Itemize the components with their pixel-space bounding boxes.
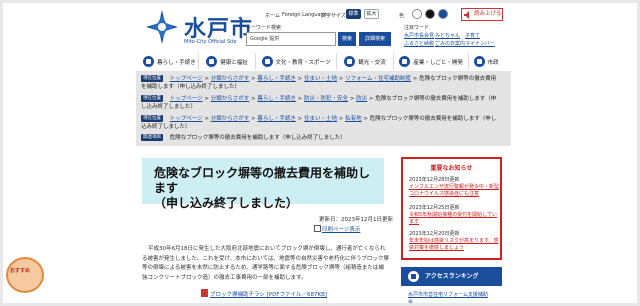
notice-item: 2023年12月28日更新 インフルエンザ流行警報が発令中・新型コロナウイルス感… xyxy=(409,177,499,198)
breadcrumb-link[interactable]: リフォーム・住宅補助制度 xyxy=(345,76,411,82)
notice-date: 2023年12月25日更新 xyxy=(409,205,460,211)
nav-item-culture[interactable]: 文化・教育・スポーツ xyxy=(256,53,337,70)
global-nav: 暮らし・手続き 健康と福祉 文化・教育・スポーツ 観光・交流 産業・しごと・開発… xyxy=(141,53,503,70)
hot-word-link[interactable]: 子育て xyxy=(465,32,480,39)
updated-date: 更新日：2023年12月1日更新 xyxy=(319,217,393,223)
mascot-label: おすすめ xyxy=(10,268,31,274)
breadcrumb-row: 現在位置 トップページ > 分類からさがす > 暮らし・手続き > 防災・防犯・… xyxy=(141,95,497,110)
notice-link[interactable]: インフルエンザ流行警報が発令中・新型コロナウイルス感染症にも注意 xyxy=(409,184,499,198)
nav-label: 健康と福祉 xyxy=(220,59,248,66)
hot-word-link[interactable]: 水戸市長会見 xyxy=(404,32,434,39)
nav-label: 文化・教育・スポーツ xyxy=(275,59,331,66)
breadcrumb-tag: 現在位置 xyxy=(141,115,163,122)
page-title-line: （申し込み終了しました） xyxy=(154,196,299,210)
mascot-icon xyxy=(6,257,44,293)
nav-label: 暮らし・手続き xyxy=(157,59,196,66)
ranking-link[interactable]: 水戸市市営住宅リフォーム支援補助 xyxy=(408,291,488,298)
breadcrumb-link[interactable]: 住まい・土地 xyxy=(304,76,337,82)
breadcrumb-link[interactable]: 防災 xyxy=(356,96,367,102)
page-title: 危険なブロック塀等の撤去費用を補助します （申し込み終了しました） xyxy=(154,166,379,211)
important-notices: 重要なお知らせ 2023年12月28日更新 インフルエンザ流行警報が発令中・新型… xyxy=(401,157,502,260)
breadcrumb-link[interactable]: 私有地 xyxy=(345,116,362,122)
breadcrumb-row: 現在位置 トップページ > 分類からさがす > 暮らし・手続き > 住まい・土地… xyxy=(141,115,497,130)
ranking-title: アクセスランキング xyxy=(425,273,479,280)
breadcrumb-link[interactable]: 分類からさがす xyxy=(211,116,250,122)
notice-item: 2023年12月25日更新 令和5年秋開始接種の受付を開始しています xyxy=(409,205,499,226)
breadcrumb-link[interactable]: 分類からさがす xyxy=(211,76,250,82)
nav-label: 観光・交流 xyxy=(358,59,386,66)
hot-word-link[interactable]: マイナンバー xyxy=(465,40,495,47)
pdf-download-link[interactable]: ブロック塀補助チラシ [PDFファイル／687KB] xyxy=(210,290,327,298)
speaker-icon xyxy=(464,11,469,19)
breadcrumb-row: 関連項目 危険なブロック塀等の撤去費用を補助します（申し込み終了しました） xyxy=(141,134,501,142)
ranking-icon xyxy=(408,271,419,282)
notice-link[interactable]: 年末年始は感染リスクが高まります。感染対策を徹底しましょう xyxy=(409,238,499,252)
nav-item-health[interactable]: 健康と福祉 xyxy=(199,53,257,70)
page-frame: 水戸市 Mito-City Official Site ホーム Foreign … xyxy=(0,0,640,306)
color-blue-button[interactable] xyxy=(438,9,448,19)
access-ranking-header[interactable]: アクセスランキング xyxy=(401,267,502,286)
article-body: 平成30年6月18日に発生した大阪府北部地震においてブロック塀が倒壊し、通行者が… xyxy=(142,246,389,281)
hot-word-link[interactable]: みとちゃん xyxy=(435,32,460,39)
color-label: 色 xyxy=(399,13,405,19)
notices-title: 重要なお知らせ xyxy=(430,165,473,172)
logo-subtitle: Mito-City Official Site xyxy=(184,39,237,45)
breadcrumb-tag: 関連項目 xyxy=(141,134,163,141)
breadcrumb-link[interactable]: 分類からさがす xyxy=(211,96,250,102)
home-link[interactable]: ホーム xyxy=(265,12,280,19)
nav-label: 産業・しごと・開発 xyxy=(413,59,463,66)
city-hall-icon xyxy=(473,56,485,67)
color-white-button[interactable] xyxy=(412,9,422,19)
nav-item-living[interactable]: 暮らし・手続き xyxy=(141,53,199,70)
book-icon xyxy=(261,56,273,67)
search-button[interactable]: 検索 xyxy=(338,32,356,46)
page-title-box: 危険なブロック塀等の撤去費用を補助します （申し込み終了しました） xyxy=(142,158,384,210)
search-input[interactable]: Google 提供 xyxy=(246,32,336,46)
breadcrumb-row: 現在位置 トップページ > 分類からさがす > 暮らし・手続き > 住まい・土地… xyxy=(141,75,497,90)
breadcrumb-link[interactable]: トップページ xyxy=(170,76,203,82)
recommend-mascot-button[interactable]: おすすめ xyxy=(6,257,44,293)
hot-words-label: 注目ワード xyxy=(404,25,430,31)
hot-word-link[interactable]: ふるさと納税 xyxy=(404,40,434,47)
breadcrumb-link[interactable]: トップページ xyxy=(170,96,203,102)
breadcrumb-link[interactable]: 暮らし・手続き xyxy=(257,76,296,82)
notice-date: 2023年12月20日更新 xyxy=(409,231,460,237)
home-icon xyxy=(143,56,155,67)
breadcrumb-link[interactable]: 防災・防犯・安全 xyxy=(304,96,348,102)
breadcrumb-current: 危険なブロック塀等の撤去費用を補助します（申し込み終了しました） xyxy=(169,135,346,141)
advanced-search-button[interactable]: 詳細検索 xyxy=(359,32,391,46)
keyword-search-label: キーワード検索 xyxy=(246,25,282,31)
breadcrumb-link[interactable]: トップページ xyxy=(170,116,203,122)
breadcrumb-link[interactable]: 暮らし・手続き xyxy=(257,116,296,122)
breadcrumb-tag: 現在位置 xyxy=(141,95,163,102)
building-icon xyxy=(399,56,411,67)
font-size-label: 文字サイズ xyxy=(321,13,346,19)
nav-label: 市政 xyxy=(487,59,499,66)
breadcrumb-link[interactable]: 住まい・土地 xyxy=(304,116,337,122)
pdf-icon xyxy=(201,289,208,297)
breadcrumb-tag: 現在位置 xyxy=(141,75,163,82)
read-aloud-label: 読み上げる xyxy=(474,11,502,17)
font-size-large-button[interactable]: 拡大 xyxy=(364,9,379,19)
nav-item-industry[interactable]: 産業・しごと・開発 xyxy=(394,53,470,70)
font-size-standard-button[interactable]: 標準 xyxy=(346,9,361,19)
notice-item: 2023年12月20日更新 年末年始は感染リスクが高まります。感染対策を徹底しま… xyxy=(409,231,499,252)
ranking-link[interactable]: 金 xyxy=(408,299,413,303)
notice-date: 2023年12月28日更新 xyxy=(409,177,460,183)
breadcrumb: 現在位置 トップページ > 分類からさがす > 暮らし・手続き > 住まい・土地… xyxy=(136,71,511,146)
color-black-button[interactable] xyxy=(425,9,435,19)
nav-item-tourism[interactable]: 観光・交流 xyxy=(337,53,395,70)
print-page-link[interactable]: 印刷ページ表示 xyxy=(322,225,360,233)
page-title-line: 危険なブロック塀等の撤去費用を補助します xyxy=(154,166,371,195)
hot-word-link[interactable]: ごみの日案内 xyxy=(435,40,465,47)
read-aloud-button[interactable]: 読み上げる xyxy=(461,8,503,21)
heart-icon xyxy=(206,56,218,67)
camera-icon xyxy=(344,56,356,67)
mito-emblem-icon xyxy=(146,10,178,44)
breadcrumb-link[interactable]: 暮らし・手続き xyxy=(257,96,296,102)
print-icon xyxy=(314,225,321,232)
notice-link[interactable]: 令和5年秋開始接種の受付を開始しています xyxy=(409,212,499,226)
nav-item-city[interactable]: 市政 xyxy=(469,53,503,70)
